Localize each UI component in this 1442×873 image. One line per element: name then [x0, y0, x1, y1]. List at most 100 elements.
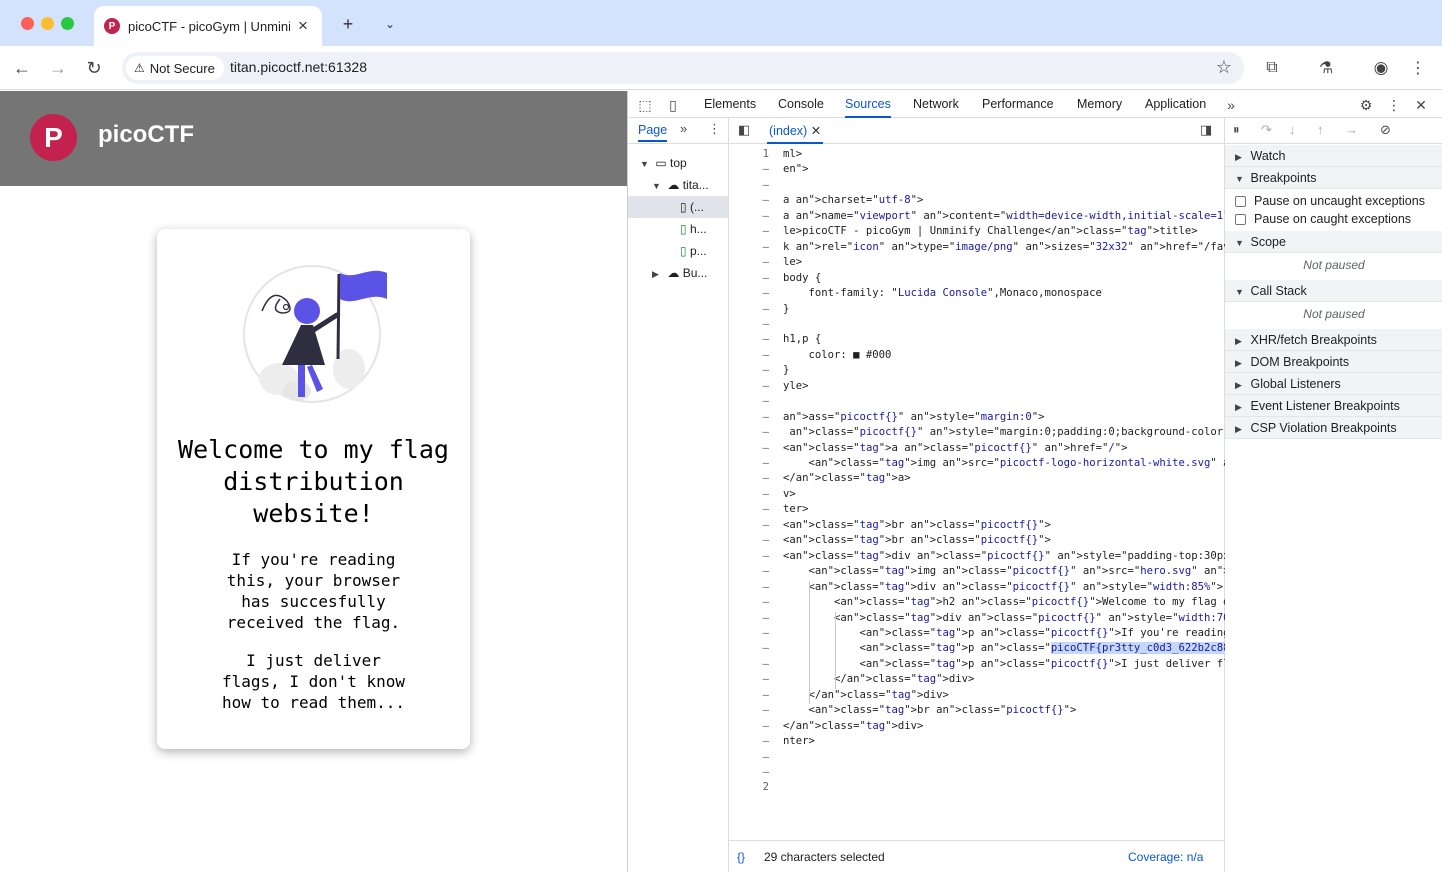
breakpoints-section[interactable]: ▼ Breakpoints	[1225, 167, 1442, 189]
line-number[interactable]: –	[729, 457, 769, 469]
line-number[interactable]: –	[729, 179, 769, 191]
line-number[interactable]: –	[729, 241, 769, 253]
pause-uncaught-checkbox[interactable]: Pause on uncaught exceptions	[1235, 194, 1442, 208]
line-number[interactable]: –	[729, 519, 769, 531]
close-window-button[interactable]	[21, 17, 34, 30]
deactivate-breakpoints-icon[interactable]: ⊘	[1380, 122, 1391, 138]
zoom-window-button[interactable]	[61, 17, 74, 30]
tree-item-hero[interactable]: ▯ h...	[680, 218, 707, 240]
scope-section[interactable]: ▼ Scope	[1225, 231, 1442, 253]
reload-icon[interactable]: ↻	[82, 56, 106, 80]
toggle-navigator-icon[interactable]: ◧	[738, 122, 750, 138]
line-number[interactable]: –	[729, 642, 769, 654]
step-icon[interactable]: →	[1345, 122, 1358, 137]
settings-gear-icon[interactable]: ⚙	[1357, 96, 1375, 114]
line-number[interactable]: –	[729, 612, 769, 624]
bookmark-star-icon[interactable]: ☆	[1216, 57, 1232, 78]
more-tabs-chevron-icon[interactable]: »	[1222, 96, 1240, 114]
profile-icon[interactable]: ◉	[1370, 57, 1392, 79]
pretty-print-icon[interactable]: {}	[737, 841, 745, 873]
step-out-icon[interactable]: ↑	[1317, 122, 1324, 137]
line-number[interactable]: –	[729, 766, 769, 778]
tab-sources[interactable]: Sources	[845, 91, 891, 118]
line-number[interactable]: –	[729, 488, 769, 500]
address-bar[interactable]: ⚠ Not Secure titan.picoctf.net:61328 ☆	[122, 52, 1244, 84]
pause-caught-checkbox[interactable]: Pause on caught exceptions	[1235, 212, 1442, 226]
code-view[interactable]: 1 ml> – en"> – – a an">charset="utf-8"> – a an">…	[729, 148, 1225, 828]
tree-item-top[interactable]: ▼ ▭ top	[640, 152, 687, 174]
navigator-tab-page[interactable]: Page	[638, 123, 668, 142]
tree-item-origin[interactable]: ▼ ☁ tita...	[652, 174, 709, 196]
line-number[interactable]: –	[729, 380, 769, 392]
line-number[interactable]: –	[729, 411, 769, 423]
line-number[interactable]: –	[729, 581, 769, 593]
line-number[interactable]: –	[729, 442, 769, 454]
event-listener-breakpoints-section[interactable]: ▶ Event Listener Breakpoints	[1225, 395, 1442, 417]
line-number[interactable]: –	[729, 565, 769, 577]
extensions-icon[interactable]: ⧉	[1261, 57, 1283, 79]
line-number[interactable]: 1	[729, 148, 769, 160]
tree-item-builtin[interactable]: ▶ ☁ Bu...	[652, 262, 707, 284]
file-tab-index[interactable]: (index) ✕	[767, 118, 824, 144]
inspect-element-icon[interactable]: ⬚	[636, 96, 654, 114]
line-number[interactable]: –	[729, 689, 769, 701]
tab-network[interactable]: Network	[913, 91, 959, 118]
line-number[interactable]: –	[729, 303, 769, 315]
xhr-breakpoints-section[interactable]: ▶ XHR/fetch Breakpoints	[1225, 329, 1442, 351]
step-into-icon[interactable]: ↓	[1289, 122, 1296, 137]
line-number[interactable]: –	[729, 333, 769, 345]
browser-menu-icon[interactable]: ⋮	[1407, 57, 1429, 79]
devtools-menu-icon[interactable]: ⋮	[1385, 96, 1403, 114]
line-number[interactable]: –	[729, 627, 769, 639]
close-tab-icon[interactable]: ×	[294, 16, 312, 36]
pause-icon[interactable]: ⏸	[1233, 122, 1240, 138]
line-number[interactable]: –	[729, 349, 769, 361]
line-number[interactable]: –	[729, 472, 769, 484]
more-navigator-tabs-icon[interactable]: »	[680, 121, 687, 136]
forward-icon[interactable]: →	[46, 56, 70, 80]
close-file-tab-icon[interactable]: ✕	[811, 124, 821, 138]
watch-section[interactable]: ▶ Watch	[1225, 145, 1442, 167]
line-number[interactable]: –	[729, 364, 769, 376]
line-number[interactable]: –	[729, 751, 769, 763]
new-tab-icon[interactable]: +	[337, 13, 359, 35]
line-number[interactable]: –	[729, 704, 769, 716]
picoctf-logo-icon[interactable]: P	[30, 114, 77, 161]
security-chip[interactable]: ⚠ Not Secure	[126, 56, 224, 80]
dom-breakpoints-section[interactable]: ▶ DOM Breakpoints	[1225, 351, 1442, 373]
tab-console[interactable]: Console	[778, 91, 824, 118]
close-devtools-icon[interactable]: ✕	[1412, 96, 1430, 114]
line-number[interactable]: –	[729, 272, 769, 284]
line-number[interactable]: –	[729, 210, 769, 222]
back-icon[interactable]: ←	[10, 56, 34, 80]
tab-memory[interactable]: Memory	[1077, 91, 1122, 118]
line-number[interactable]: –	[729, 720, 769, 732]
device-toolbar-icon[interactable]: ▯	[664, 96, 682, 114]
labs-flask-icon[interactable]: ⚗	[1315, 57, 1337, 79]
browser-tab[interactable]: P picoCTF - picoGym | Unminify ×	[94, 6, 322, 46]
toggle-debugger-icon[interactable]: ◨	[1200, 122, 1212, 138]
line-number[interactable]: –	[729, 503, 769, 515]
tab-performance[interactable]: Performance	[982, 91, 1054, 118]
line-number[interactable]: –	[729, 673, 769, 685]
line-number[interactable]: –	[729, 596, 769, 608]
line-number[interactable]: –	[729, 225, 769, 237]
tab-elements[interactable]: Elements	[704, 91, 756, 118]
line-number[interactable]: –	[729, 426, 769, 438]
tab-application[interactable]: Application	[1145, 91, 1206, 118]
global-listeners-section[interactable]: ▶ Global Listeners	[1225, 373, 1442, 395]
line-number[interactable]: –	[729, 534, 769, 546]
coverage-status[interactable]: Coverage: n/a	[1128, 841, 1203, 873]
tree-item-index[interactable]: ▯ (...	[680, 196, 704, 218]
line-number[interactable]: –	[729, 163, 769, 175]
tab-search-chevron-icon[interactable]: ⌄	[379, 13, 401, 35]
line-number[interactable]: –	[729, 318, 769, 330]
step-over-icon[interactable]: ↷	[1261, 122, 1272, 138]
url-text[interactable]: titan.picoctf.net:61328	[230, 59, 367, 75]
line-number[interactable]: –	[729, 287, 769, 299]
line-number[interactable]: –	[729, 395, 769, 407]
minimize-window-button[interactable]	[41, 17, 54, 30]
navigator-menu-icon[interactable]: ⋮	[708, 121, 721, 137]
call-stack-section[interactable]: ▼ Call Stack	[1225, 280, 1442, 302]
line-number[interactable]: –	[729, 735, 769, 747]
